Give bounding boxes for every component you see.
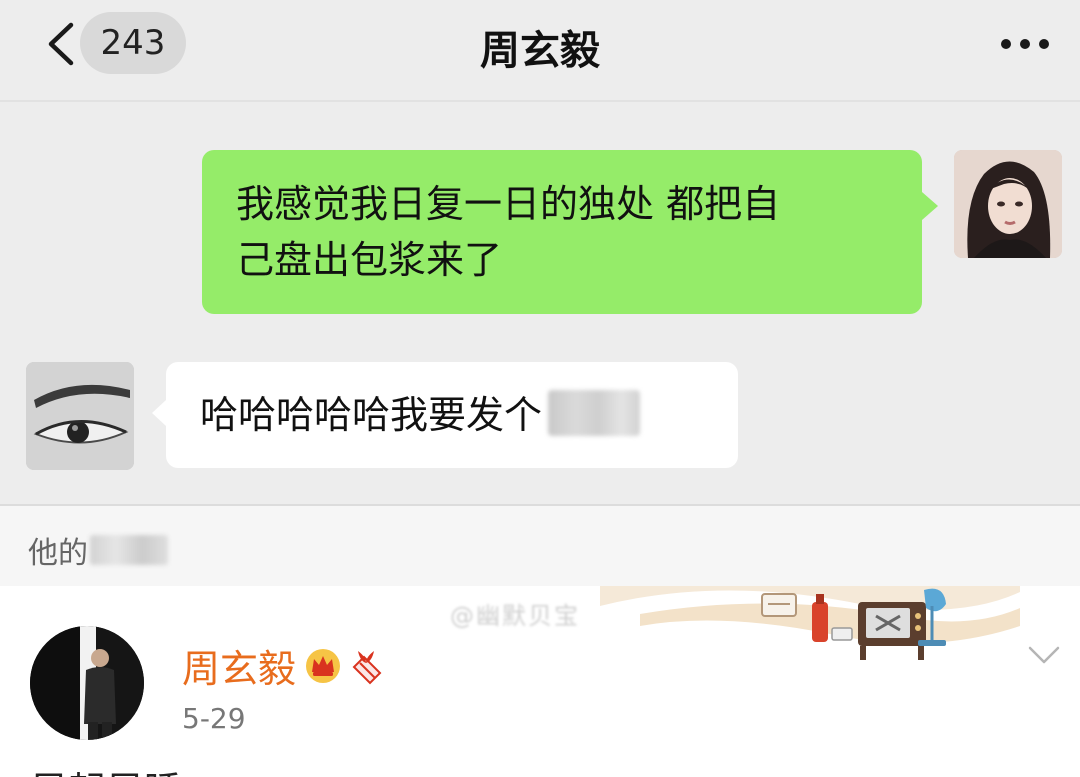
more-dots-icon [1001, 39, 1049, 49]
watermark: @幽默贝宝 [450, 602, 580, 630]
message-bubble-sent[interactable]: 我感觉我日复一日的独处 都把自 己盘出包浆来了 [202, 150, 938, 314]
post-author-avatar[interactable] [30, 626, 144, 740]
chevron-down-icon[interactable] [1026, 640, 1062, 668]
caption: 他的 [28, 528, 168, 572]
blurred-content [548, 390, 641, 436]
chevron-left-icon [48, 22, 74, 66]
avatar-photo-eye [26, 362, 134, 470]
post-date: 5-29 [182, 702, 246, 735]
crown-badge-icon [306, 648, 341, 683]
chat-title: 周玄毅 [480, 28, 600, 74]
message-bubble-received[interactable]: 哈哈哈哈哈我要发个 [152, 362, 738, 468]
blurred-caption [90, 535, 168, 565]
unread-count-badge[interactable]: 243 [80, 12, 186, 74]
caption-text: 他的 [28, 536, 88, 571]
post-author-name[interactable]: 周玄毅 [182, 638, 296, 693]
gift-badge-icon [352, 650, 382, 684]
message-text-line: 我感觉我日复一日的独处 都把自 [236, 182, 781, 226]
more-button[interactable] [990, 22, 1060, 66]
avatar-photo-woman [954, 150, 1062, 258]
screenshot: 243 周玄毅 我感觉我日复一日的独处 都把自 己盘出包浆来了 哈哈哈哈哈我要发… [0, 0, 1080, 777]
post-author-row[interactable]: 周玄毅 [182, 638, 384, 693]
message-text-line: 己盘出包浆来了 [236, 238, 503, 282]
my-avatar[interactable] [954, 150, 1062, 258]
post-body-text: 早起早睡 [30, 760, 182, 777]
weibo-post-card[interactable]: @幽默贝宝 [0, 586, 1080, 777]
contact-avatar[interactable] [26, 362, 134, 470]
chat-header: 243 周玄毅 [0, 0, 1080, 100]
header-divider [0, 100, 1080, 102]
avatar-photo-man [30, 626, 144, 740]
header-decoration-illustration [600, 586, 1020, 660]
message-text: 哈哈哈哈哈我要发个 [200, 393, 543, 437]
